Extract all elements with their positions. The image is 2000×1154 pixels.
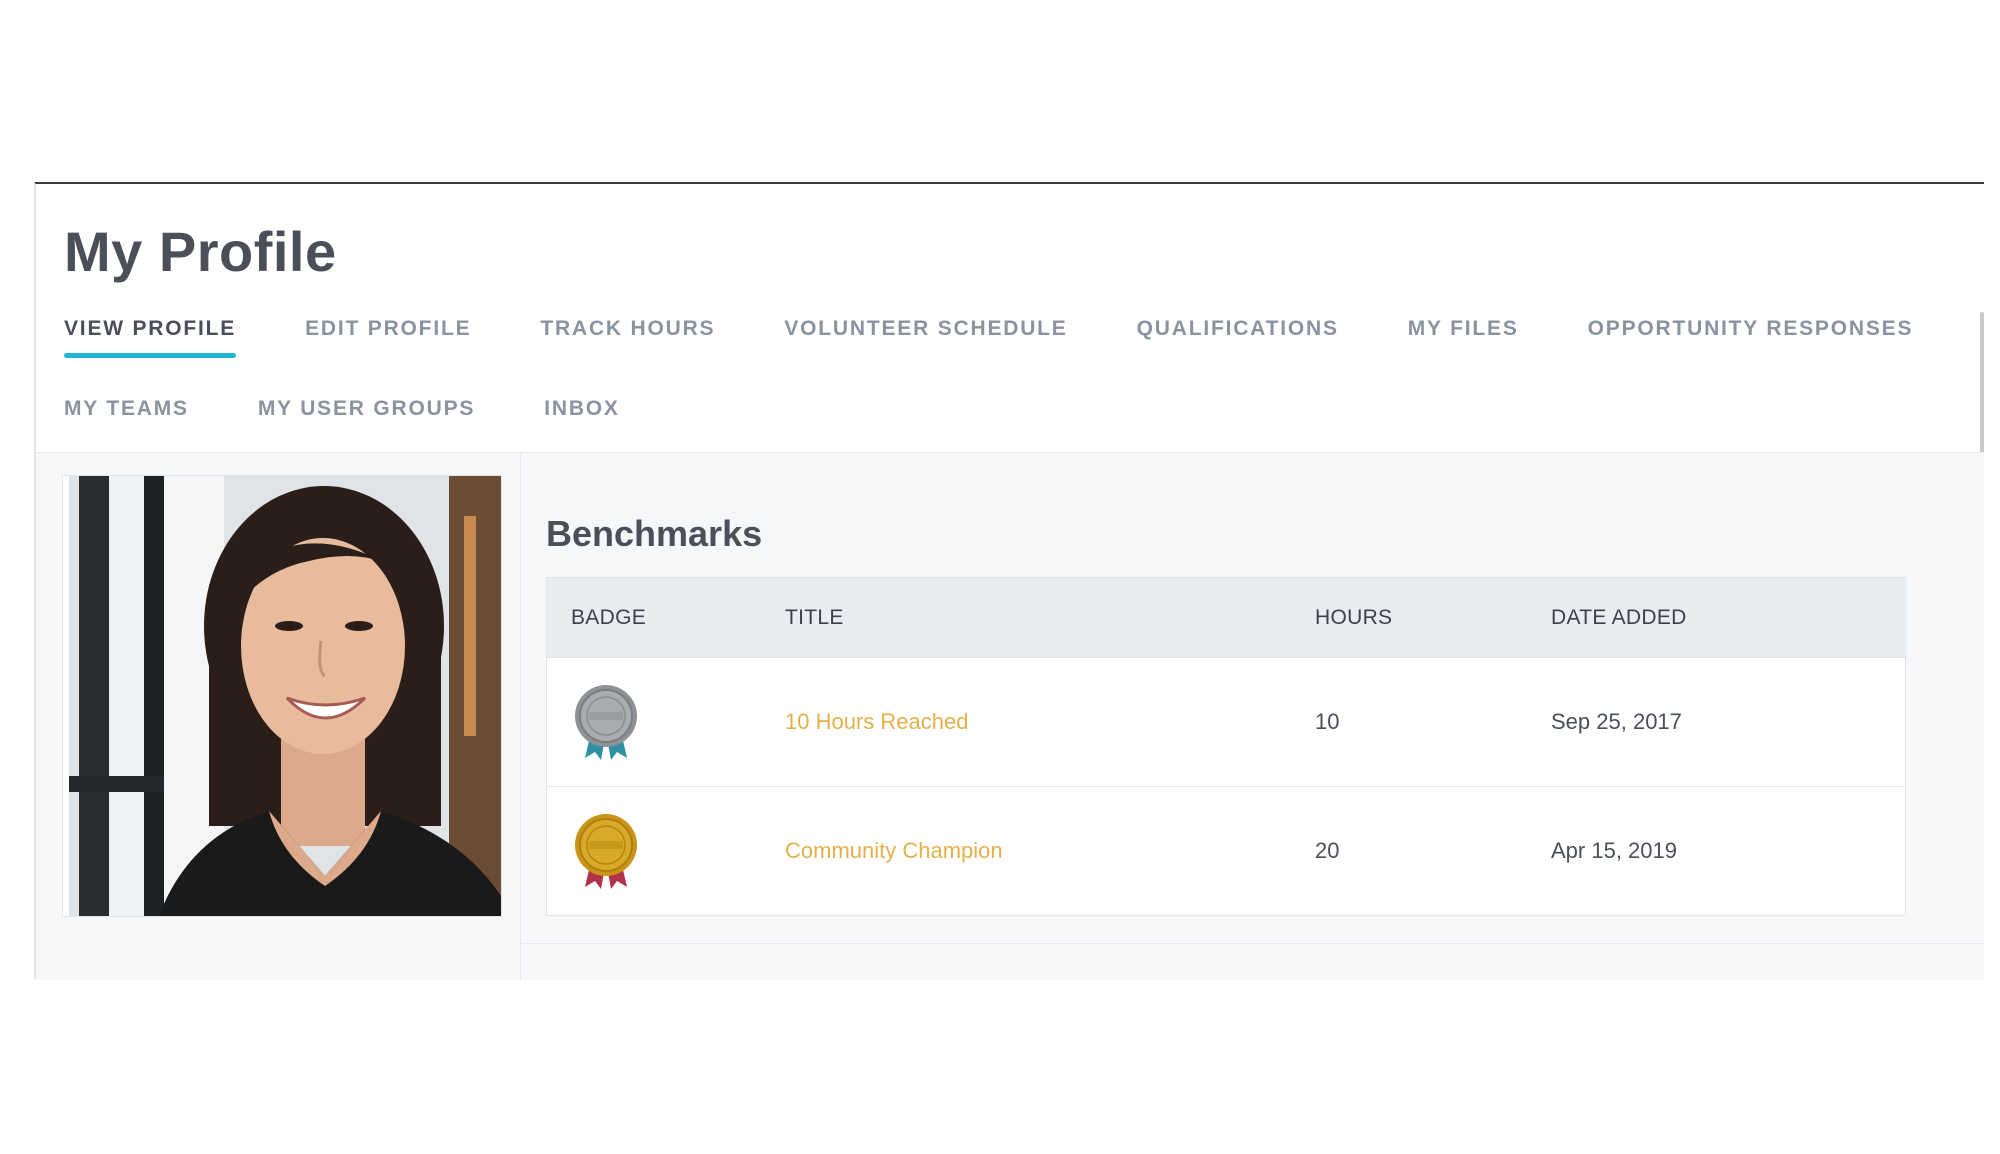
profile-photo [69, 476, 501, 916]
tab-qualifications[interactable]: QUALIFICATIONS [1137, 314, 1339, 358]
tab-my-user-groups[interactable]: MY USER GROUPS [258, 394, 475, 438]
profile-photo-image [69, 476, 501, 916]
tab-row-primary: VIEW PROFILE EDIT PROFILE TRACK HOURS VO… [64, 314, 1964, 394]
section-divider [520, 943, 1984, 944]
tab-inbox[interactable]: INBOX [544, 394, 620, 438]
tab-my-teams[interactable]: MY TEAMS [64, 394, 189, 438]
tab-volunteer-schedule[interactable]: VOLUNTEER SCHEDULE [784, 314, 1067, 358]
gold-medal-icon [575, 814, 637, 889]
badge-cell [547, 682, 785, 762]
profile-content: Benchmarks BADGE TITLE HOURS DATE ADDED [36, 452, 1984, 980]
profile-sidebar [36, 453, 521, 980]
tab-my-files[interactable]: MY FILES [1408, 314, 1519, 358]
profile-window: My Profile VIEW PROFILE EDIT PROFILE TRA… [34, 182, 1984, 980]
profile-photo-card [62, 475, 502, 917]
benchmark-date-added: Apr 15, 2019 [1551, 838, 1677, 863]
tab-opportunity-responses[interactable]: OPPORTUNITY RESPONSES [1588, 314, 1914, 358]
column-header-date-added[interactable]: DATE ADDED [1551, 606, 1905, 630]
benchmark-hours: 20 [1315, 838, 1340, 863]
page-title: My Profile [64, 220, 337, 283]
badge-cell [547, 811, 785, 891]
benchmark-title-link[interactable]: Community Champion [785, 838, 1315, 864]
table-header: BADGE TITLE HOURS DATE ADDED [547, 578, 1905, 658]
tab-track-hours[interactable]: TRACK HOURS [540, 314, 715, 358]
benchmark-title-link[interactable]: 10 Hours Reached [785, 709, 1315, 735]
column-header-hours[interactable]: HOURS [1315, 606, 1551, 630]
tab-edit-profile[interactable]: EDIT PROFILE [305, 314, 471, 358]
benchmarks-heading: Benchmarks [546, 513, 763, 554]
table-row: Community Champion 20 Apr 15, 2019 [547, 787, 1905, 915]
profile-tabs: VIEW PROFILE EDIT PROFILE TRACK HOURS VO… [64, 314, 1964, 474]
benchmarks-table: BADGE TITLE HOURS DATE ADDED 10 Hours Re… [546, 577, 1906, 916]
benchmark-date-added: Sep 25, 2017 [1551, 709, 1682, 734]
table-row: 10 Hours Reached 10 Sep 25, 2017 [547, 658, 1905, 787]
benchmark-hours: 10 [1315, 709, 1340, 734]
column-header-badge[interactable]: BADGE [547, 606, 785, 630]
column-header-title[interactable]: TITLE [785, 606, 1315, 630]
silver-medal-icon [575, 685, 637, 760]
tab-view-profile[interactable]: VIEW PROFILE [64, 314, 237, 358]
